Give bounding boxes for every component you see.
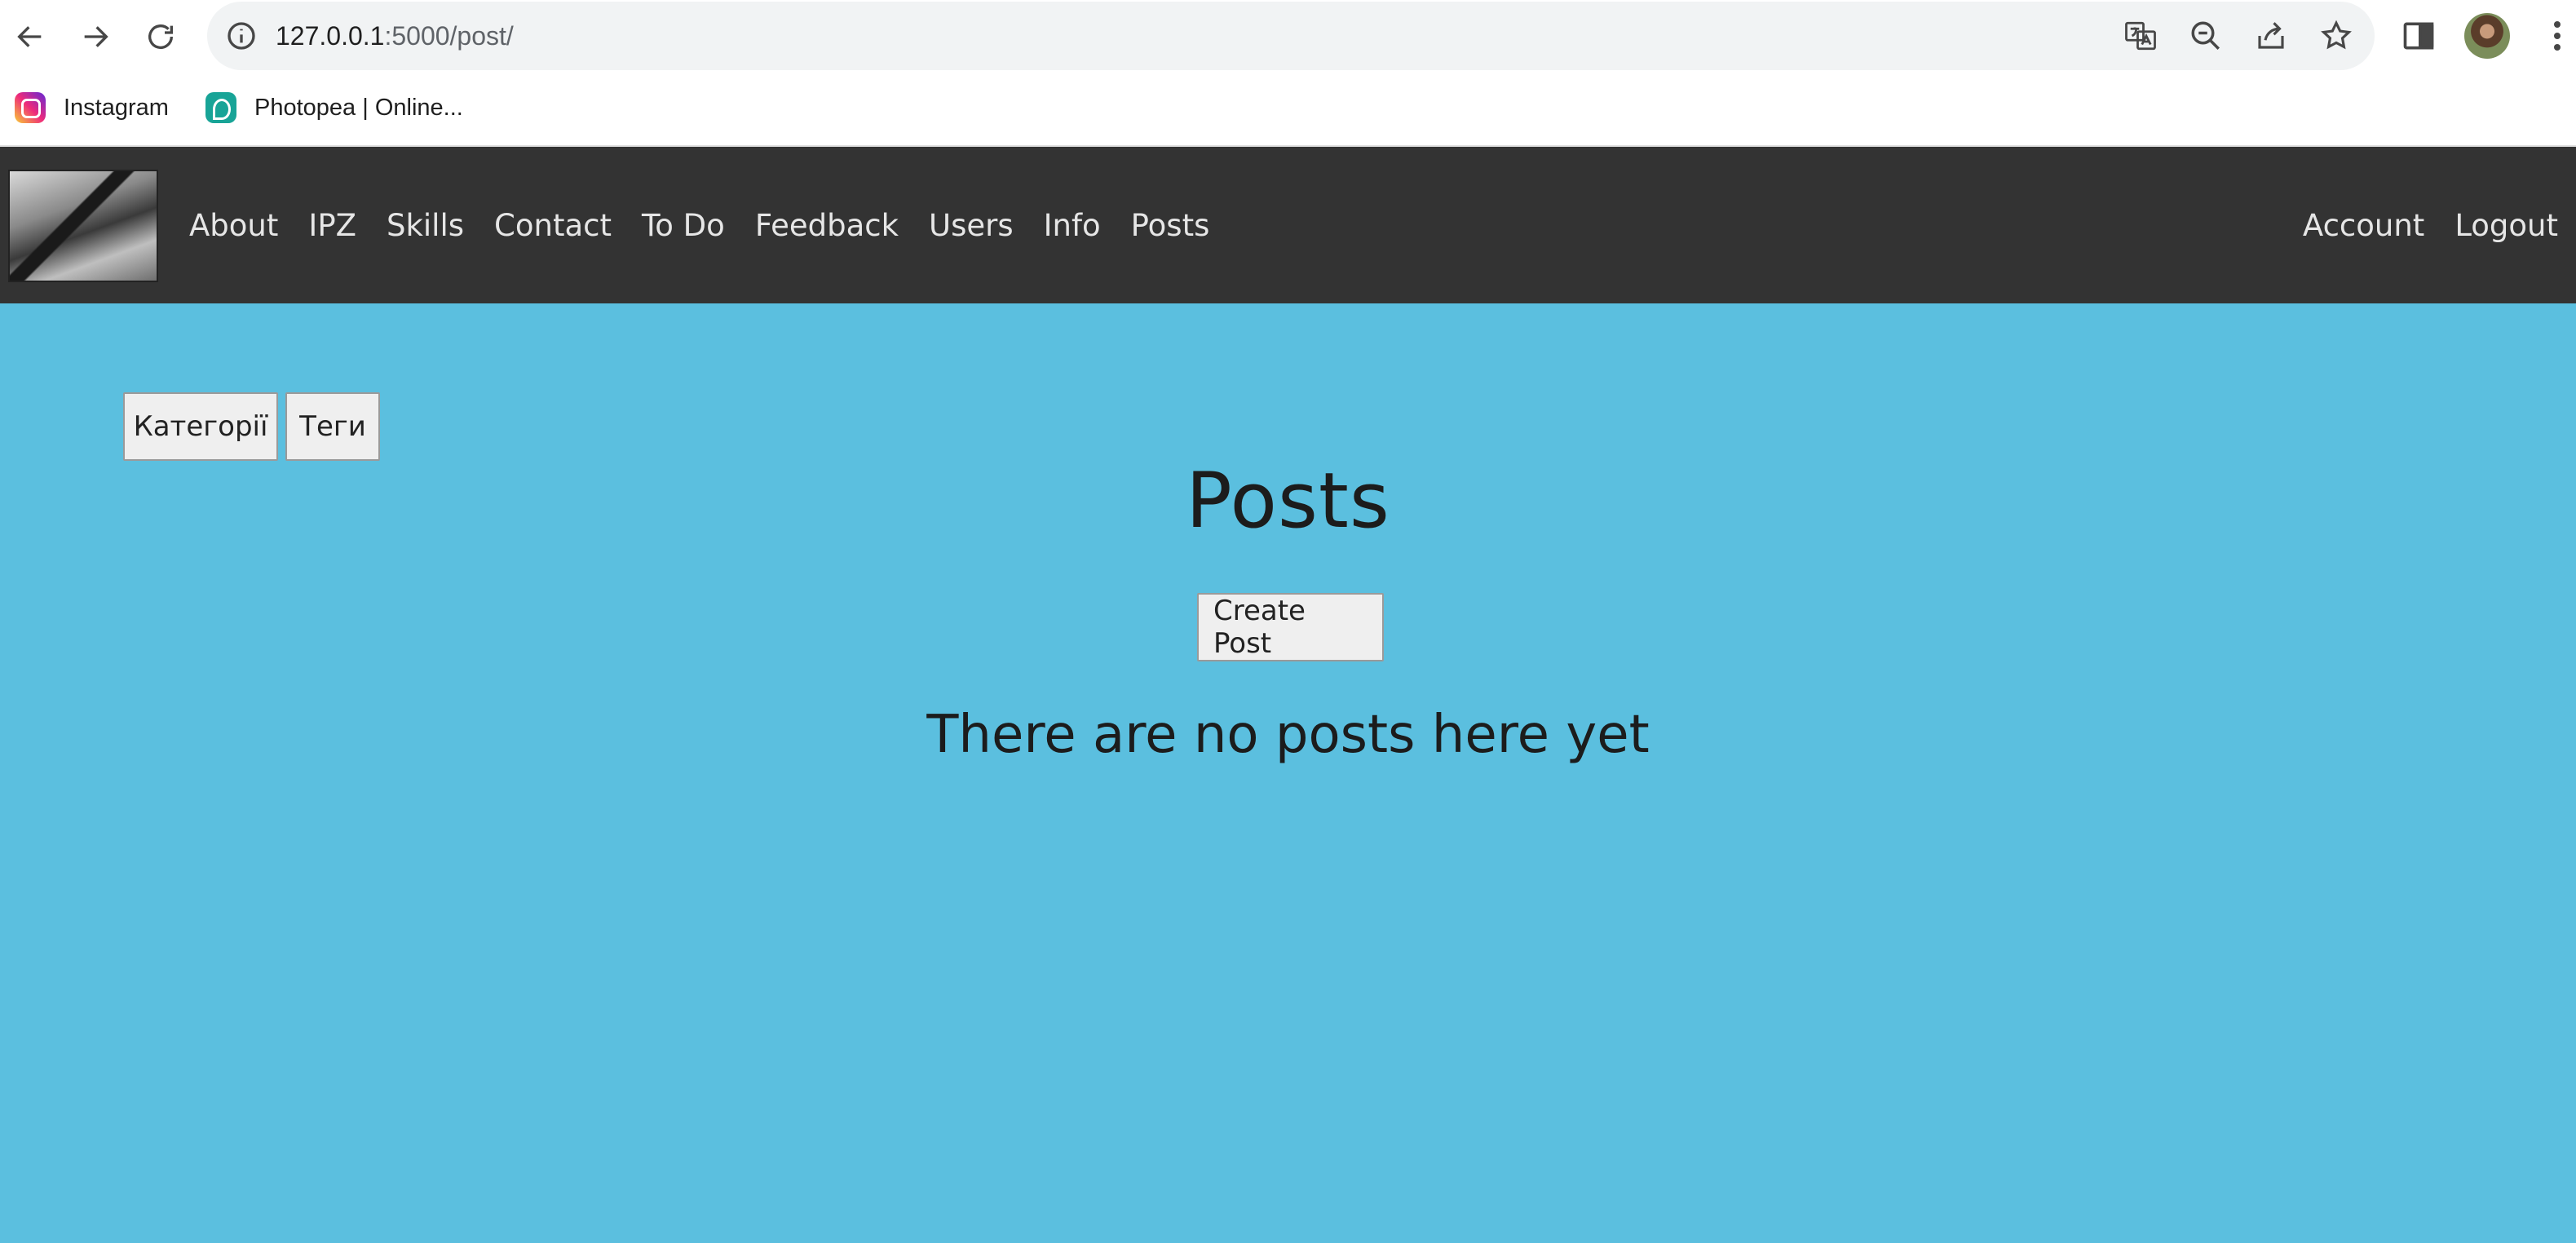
photopea-icon [205,92,236,123]
bookmark-label: Photopea | Online... [254,94,463,121]
url-text[interactable]: 127.0.0.1:5000/post/ [276,18,514,54]
bookmark-star-icon[interactable] [2319,19,2353,53]
arrow-right-icon [84,26,108,47]
reload-button[interactable] [140,16,181,57]
nav-link-posts[interactable]: Posts [1131,208,1210,243]
create-post-button[interactable]: Create Post [1197,593,1384,661]
tags-button[interactable]: Теги [285,392,380,461]
nav-link-feedback[interactable]: Feedback [755,208,899,243]
instagram-icon [15,92,46,123]
address-bar[interactable]: 127.0.0.1:5000/post/ [207,2,2375,70]
site-navbar: About IPZ Skills Contact To Do Feedback … [0,147,2576,303]
nav-link-account[interactable]: Account [2303,208,2424,243]
reload-icon [148,24,173,50]
site-logo[interactable] [8,170,158,282]
zoom-out-icon[interactable] [2189,19,2223,53]
nav-link-info[interactable]: Info [1044,208,1101,243]
nav-link-users[interactable]: Users [929,208,1014,243]
translate-icon[interactable] [2123,19,2158,53]
nav-links: About IPZ Skills Contact To Do Feedback … [189,147,1209,303]
arrow-left-icon [17,26,42,47]
bookmark-label: Instagram [64,94,169,121]
nav-link-about[interactable]: About [189,208,278,243]
forward-button[interactable] [75,16,116,57]
site-info-icon[interactable] [225,20,258,52]
nav-right-links: Account Logout [2303,147,2558,303]
nav-link-ipz[interactable]: IPZ [308,208,356,243]
bookmarks-bar: Instagram Photopea | Online... [0,73,2576,147]
back-button[interactable] [10,16,51,57]
nav-link-contact[interactable]: Contact [494,208,612,243]
empty-state-message: There are no posts here yet [926,705,1650,765]
share-icon[interactable] [2254,19,2288,53]
nav-link-skills[interactable]: Skills [387,208,464,243]
profile-avatar[interactable] [2464,13,2510,59]
side-panel-icon[interactable] [2401,18,2437,54]
bookmark-photopea[interactable]: Photopea | Online... [205,90,463,126]
page-title: Posts [1186,457,1390,546]
url-host: 127.0.0.1 [276,21,385,51]
nav-link-logout[interactable]: Logout [2454,208,2558,243]
url-path: :5000/post/ [384,21,514,51]
nav-link-todo[interactable]: To Do [642,208,725,243]
bookmark-instagram[interactable]: Instagram [15,90,169,126]
browser-menu-icon[interactable] [2549,18,2565,55]
browser-toolbar: 127.0.0.1:5000/post/ [0,0,2576,73]
categories-button[interactable]: Категорії [123,392,278,461]
